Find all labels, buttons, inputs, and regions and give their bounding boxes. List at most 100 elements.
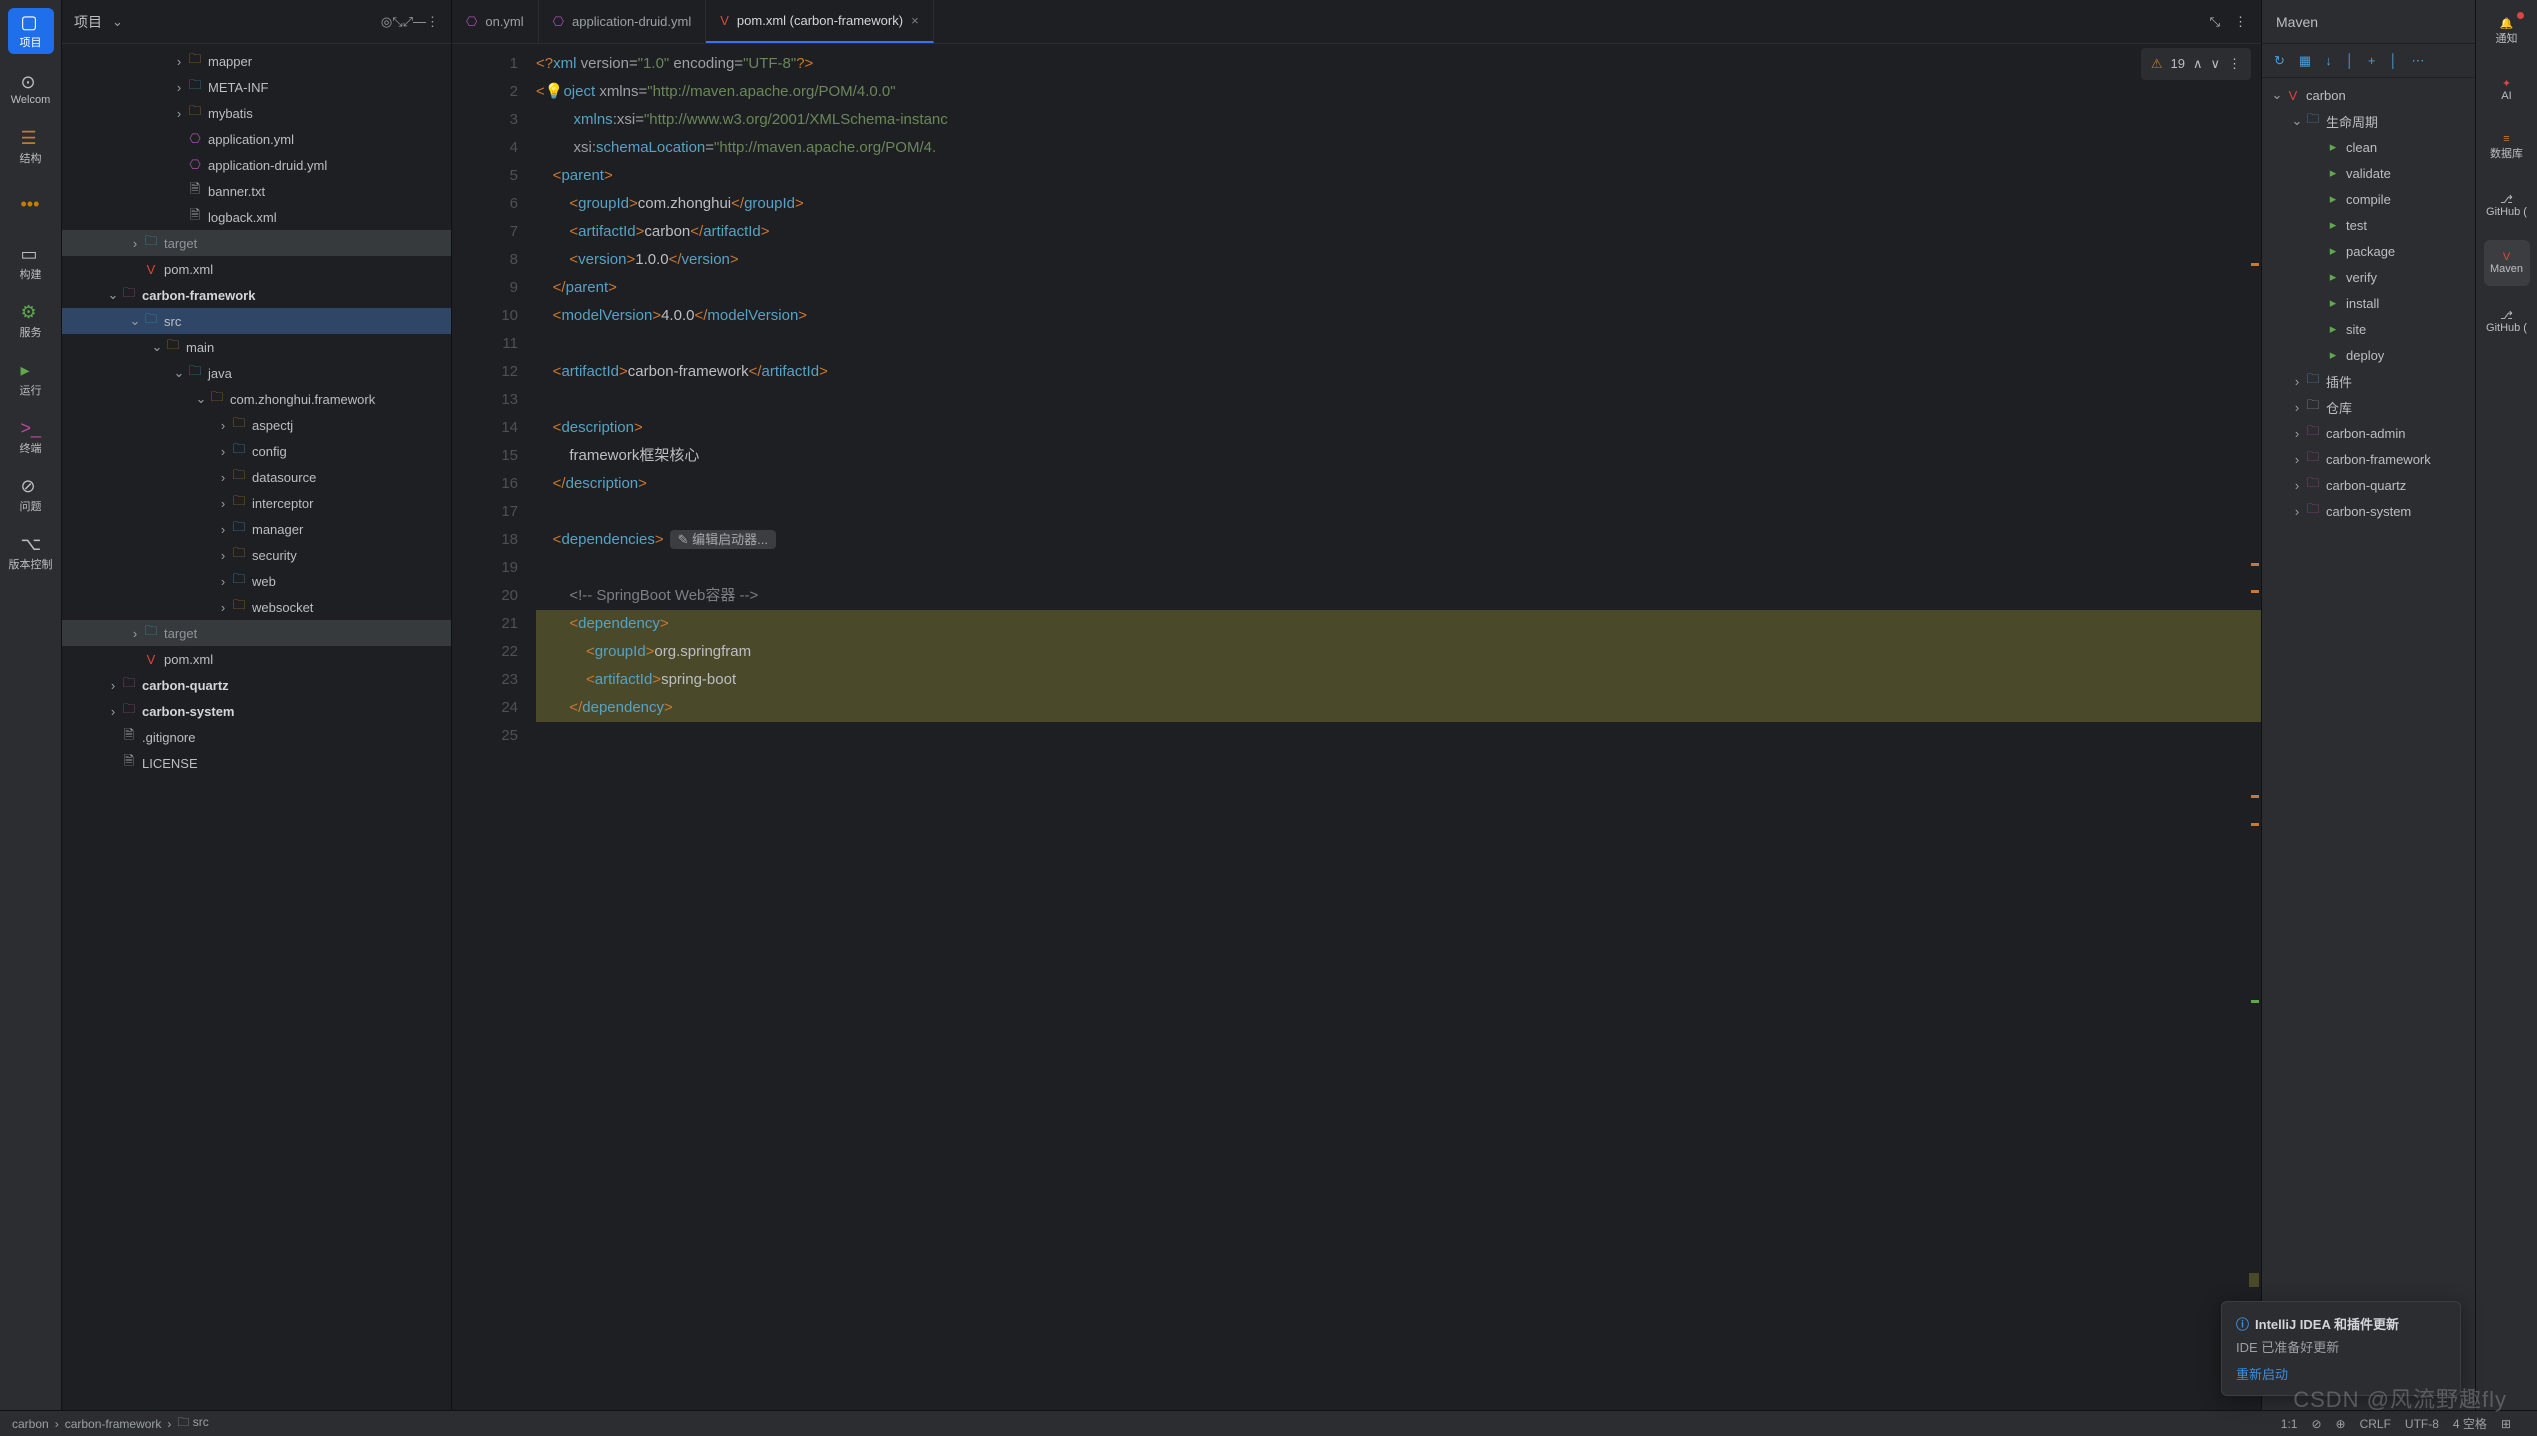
maven-item-verify[interactable]: ▸verify xyxy=(2262,264,2475,290)
right-tool-GitHub ([interactable]: ⎇GitHub ( xyxy=(2484,182,2530,228)
tree-item-src[interactable]: ⌄🗀src xyxy=(62,308,451,334)
status-item[interactable]: ⊞ xyxy=(2501,1417,2511,1431)
tree-item-application-druid-yml[interactable]: ⎔application-druid.yml xyxy=(62,152,451,178)
tree-item-LICENSE[interactable]: 🗎LICENSE xyxy=(62,750,451,776)
tree-item-interceptor[interactable]: ›🗀interceptor xyxy=(62,490,451,516)
maven-item-carbon-quartz[interactable]: ›🗀carbon-quartz xyxy=(2262,472,2475,498)
maven-item-validate[interactable]: ▸validate xyxy=(2262,160,2475,186)
left-tool-构建[interactable]: ▭构建 xyxy=(8,240,54,286)
maven-tool-icon[interactable]: + xyxy=(2368,53,2376,68)
tree-item-com-zhonghui-framework[interactable]: ⌄🗀com.zhonghui.framework xyxy=(62,386,451,412)
maven-tool-icon[interactable]: ▦ xyxy=(2299,53,2311,69)
tab-application-druid-yml[interactable]: ⎔application-druid.yml xyxy=(539,0,707,43)
tab-action-icon[interactable]: ⤡ xyxy=(2210,14,2220,30)
tree-item-web[interactable]: ›🗀web xyxy=(62,568,451,594)
tab-pom-xml--carbon-framework-[interactable]: Vpom.xml (carbon-framework)× xyxy=(706,0,933,43)
left-tool-版本控制[interactable]: ⌥版本控制 xyxy=(8,530,54,576)
maven-item-site[interactable]: ▸site xyxy=(2262,316,2475,342)
status-item[interactable]: 4 空格 xyxy=(2453,1417,2487,1431)
maven-tool-icon[interactable]: ↻ xyxy=(2274,53,2285,69)
status-item[interactable]: ⊘ xyxy=(2311,1417,2321,1431)
error-stripe[interactable] xyxy=(2249,44,2261,1410)
right-tool-GitHub ([interactable]: ⎇GitHub ( xyxy=(2484,298,2530,344)
maven-item-carbon-framework[interactable]: ›🗀carbon-framework xyxy=(2262,446,2475,472)
close-icon[interactable]: × xyxy=(911,13,919,28)
project-header-icon[interactable]: ◎ xyxy=(381,14,392,29)
project-header-icon[interactable]: — xyxy=(413,14,426,29)
left-tool-结构[interactable]: ☰结构 xyxy=(8,124,54,170)
restart-link[interactable]: 重新启动 xyxy=(2236,1364,2446,1383)
left-tool-Welcom[interactable]: ⊙Welcom xyxy=(8,66,54,112)
tree-item-application-yml[interactable]: ⎔application.yml xyxy=(62,126,451,152)
maven-item-clean[interactable]: ▸clean xyxy=(2262,134,2475,160)
breadcrumb-item[interactable]: 🗀 src xyxy=(177,1413,208,1434)
tree-item-pom-xml[interactable]: Vpom.xml xyxy=(62,256,451,282)
maven-item-compile[interactable]: ▸compile xyxy=(2262,186,2475,212)
status-item[interactable]: UTF-8 xyxy=(2405,1417,2439,1431)
left-tool-项目[interactable]: ▢项目 xyxy=(8,8,54,54)
left-tool-服务[interactable]: ⚙服务 xyxy=(8,298,54,344)
tree-item-datasource[interactable]: ›🗀datasource xyxy=(62,464,451,490)
project-header-icon[interactable]: ⤢ xyxy=(403,14,413,29)
left-tool-终端[interactable]: >_终端 xyxy=(8,414,54,460)
tree-item--gitignore[interactable]: 🗎.gitignore xyxy=(62,724,451,750)
tree-item-aspectj[interactable]: ›🗀aspectj xyxy=(62,412,451,438)
tree-item-logback-xml[interactable]: 🗎logback.xml xyxy=(62,204,451,230)
tree-item-banner-txt[interactable]: 🗎banner.txt xyxy=(62,178,451,204)
project-header-icon[interactable]: ⤡ xyxy=(392,14,402,29)
more-icon[interactable]: ⋮ xyxy=(2228,50,2241,78)
source[interactable]: ⚠ 19 ∧ ∨ ⋮ <?xml version="1.0" encoding=… xyxy=(536,44,2261,1410)
maven-item-插件[interactable]: ›🗀插件 xyxy=(2262,368,2475,394)
maven-item-carbon-system[interactable]: ›🗀carbon-system xyxy=(2262,498,2475,524)
breadcrumb-item[interactable]: carbon xyxy=(12,1417,49,1431)
tab-on-yml[interactable]: ⎔on.yml xyxy=(452,0,539,43)
inspection-widget[interactable]: ⚠ 19 ∧ ∨ ⋮ xyxy=(2141,48,2251,80)
maven-item-carbon-admin[interactable]: ›🗀carbon-admin xyxy=(2262,420,2475,446)
chevron-down-icon[interactable]: ⌄ xyxy=(112,14,123,30)
tree-item-target[interactable]: ›🗀target xyxy=(62,620,451,646)
maven-item-package[interactable]: ▸package xyxy=(2262,238,2475,264)
tree-item-java[interactable]: ⌄🗀java xyxy=(62,360,451,386)
tree-item-websocket[interactable]: ›🗀websocket xyxy=(62,594,451,620)
tree-item-carbon-framework[interactable]: ⌄🗀carbon-framework xyxy=(62,282,451,308)
maven-item-生命周期[interactable]: ⌄🗀生命周期 xyxy=(2262,108,2475,134)
code-editor[interactable]: 12345✓6789101112131415161718192021⇥22232… xyxy=(452,44,2261,1410)
maven-item-仓库[interactable]: ›🗀仓库 xyxy=(2262,394,2475,420)
right-tool-Maven[interactable]: VMaven xyxy=(2484,240,2530,286)
tree-item-security[interactable]: ›🗀security xyxy=(62,542,451,568)
right-tool-AI[interactable]: ✦AI xyxy=(2484,66,2530,112)
maven-tool-icon[interactable]: │ xyxy=(2346,53,2354,68)
project-header-icon[interactable]: ⋮ xyxy=(426,14,439,29)
maven-item-deploy[interactable]: ▸deploy xyxy=(2262,342,2475,368)
tree-item-main[interactable]: ⌄🗀main xyxy=(62,334,451,360)
maven-tool-icon[interactable]: ↓ xyxy=(2325,53,2332,68)
breadcrumb-item[interactable]: carbon-framework xyxy=(65,1417,162,1431)
tree-item-manager[interactable]: ›🗀manager xyxy=(62,516,451,542)
next-highlight-icon[interactable]: ∨ xyxy=(2210,50,2220,78)
maven-tool-icon[interactable]: ⋯ xyxy=(2412,53,2425,69)
tree-item-carbon-quartz[interactable]: ›🗀carbon-quartz xyxy=(62,672,451,698)
left-tool-问题[interactable]: ⊘问题 xyxy=(8,472,54,518)
left-tool-运行[interactable]: ▸运行 xyxy=(8,356,54,402)
tab-action-icon[interactable]: ⋮ xyxy=(2234,14,2247,30)
tree-item-carbon-system[interactable]: ›🗀carbon-system xyxy=(62,698,451,724)
status-item[interactable]: CRLF xyxy=(2360,1417,2391,1431)
maven-item-test[interactable]: ▸test xyxy=(2262,212,2475,238)
maven-item-install[interactable]: ▸install xyxy=(2262,290,2475,316)
tree-item-pom-xml[interactable]: Vpom.xml xyxy=(62,646,451,672)
left-tool-more[interactable]: ••• xyxy=(8,182,54,228)
tree-item-target[interactable]: ›🗀target xyxy=(62,230,451,256)
maven-tool-icon[interactable]: │ xyxy=(2389,53,2397,68)
right-tool-通知[interactable]: 🔔通知 xyxy=(2484,8,2530,54)
right-tool-数据库[interactable]: ≡数据库 xyxy=(2484,124,2530,170)
tree-item-META-INF[interactable]: ›🗀META-INF xyxy=(62,74,451,100)
caret-position[interactable]: 1:1 xyxy=(2281,1417,2298,1431)
breadcrumb[interactable]: carbon›carbon-framework›🗀 src xyxy=(12,1413,209,1434)
maven-item-carbon[interactable]: ⌄Vcarbon xyxy=(2262,82,2475,108)
tree-item-config[interactable]: ›🗀config xyxy=(62,438,451,464)
inlay-hint[interactable]: ✎ 编辑启动器... xyxy=(670,530,776,549)
tree-item-mapper[interactable]: ›🗀mapper xyxy=(62,48,451,74)
prev-highlight-icon[interactable]: ∧ xyxy=(2193,50,2203,78)
tree-item-mybatis[interactable]: ›🗀mybatis xyxy=(62,100,451,126)
status-item[interactable]: ⊕ xyxy=(2336,1417,2346,1431)
